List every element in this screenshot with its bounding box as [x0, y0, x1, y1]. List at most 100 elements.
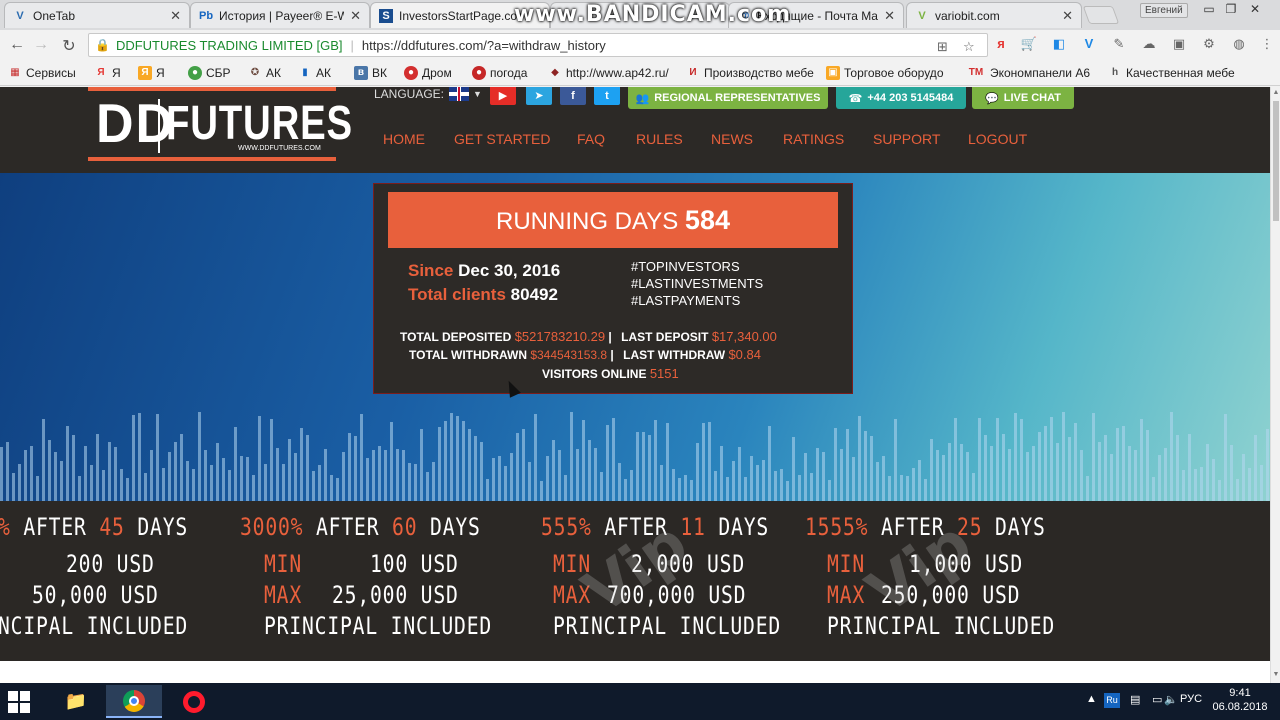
running-days-banner: RUNNING DAYS 584	[388, 192, 838, 248]
decorative-bar	[1038, 431, 1041, 501]
telegram-icon[interactable]: ➤	[526, 87, 552, 105]
yandex-extension-icon[interactable]: я	[992, 36, 1010, 54]
bookmark-equipment[interactable]: ▣ Торговое оборудо	[826, 66, 944, 80]
bandicam-watermark: www.BANDICAM.com	[514, 2, 792, 27]
decorative-bar	[546, 455, 549, 501]
new-tab-button[interactable]	[1082, 6, 1120, 24]
cart-extension-icon[interactable]: 🛒	[1020, 36, 1038, 54]
bookmark-vk[interactable]: в ВК	[354, 66, 387, 80]
twitter-icon[interactable]: t	[594, 87, 620, 105]
bookmark-ok[interactable]: ● СБР	[188, 66, 231, 80]
profile-chip[interactable]: Евгений	[1140, 3, 1188, 18]
globe-extension-icon[interactable]: ◍	[1230, 36, 1248, 54]
close-icon[interactable]: ✕	[350, 8, 361, 24]
box-extension-icon[interactable]: ▣	[1170, 36, 1188, 54]
bookmark-yandex[interactable]: ЯЯ	[94, 66, 120, 80]
decorative-bar	[1248, 468, 1251, 501]
tray-overflow-icon[interactable]: ▲	[1086, 693, 1097, 705]
decorative-bar	[30, 445, 33, 501]
nav-support[interactable]: SUPPORT	[873, 131, 940, 147]
volume-icon[interactable]: 🔈	[1164, 693, 1178, 706]
puzzle-extension-icon[interactable]: ◧	[1050, 36, 1068, 54]
bookmark-yandex-2[interactable]: ЯЯ	[138, 66, 165, 80]
close-icon[interactable]: ✕	[170, 8, 181, 24]
back-arrow-icon[interactable]: ←	[6, 36, 28, 54]
website-viewport: DD FUTURES WWW.DDFUTURES.COM LANGUAGE: ▼…	[0, 87, 1270, 683]
decorative-bar	[702, 422, 705, 501]
decorative-bar	[390, 422, 393, 501]
bookmark-weather[interactable]: ● погода	[472, 66, 527, 80]
system-clock[interactable]: 9:41 06.08.2018	[1210, 686, 1270, 714]
bookmark-quality[interactable]: h Качественная мебе	[1108, 66, 1235, 80]
chrome-icon[interactable]	[106, 685, 162, 718]
reload-icon[interactable]: ↻	[58, 36, 80, 56]
nav-home[interactable]: HOME	[383, 131, 425, 147]
decorative-bar	[318, 465, 321, 501]
nav-faq[interactable]: FAQ	[577, 131, 605, 147]
regional-representatives-button[interactable]: 👥 REGIONAL REPRESENTATIVES	[628, 87, 828, 109]
cloud-extension-icon[interactable]: ☁	[1140, 36, 1158, 54]
link-last-payments[interactable]: #LASTPAYMENTS	[631, 292, 763, 309]
bookmark-ak[interactable]: ✪ АК	[248, 66, 281, 80]
link-last-investments[interactable]: #LASTINVESTMENTS	[631, 275, 763, 292]
decorative-bar	[288, 438, 291, 501]
maximize-icon[interactable]: ❐	[1220, 2, 1242, 16]
decorative-bar	[552, 440, 555, 501]
v-extension-icon[interactable]: V	[1080, 36, 1098, 54]
bookmark-ap42[interactable]: ◆ http://www.ap42.ru/	[548, 66, 669, 80]
page-scrollbar[interactable]: ▲ ▼	[1270, 87, 1280, 683]
tools-extension-icon[interactable]: ✎	[1110, 36, 1128, 54]
keyboard-layout[interactable]: РУС	[1180, 693, 1202, 705]
facebook-icon[interactable]: f	[560, 87, 586, 105]
decorative-bar	[42, 419, 45, 501]
bookmark-drom[interactable]: ● Дром	[404, 66, 452, 80]
live-chat-button[interactable]: 💬 LIVE CHAT	[972, 87, 1074, 109]
menu-dots-icon[interactable]: ⋮	[1258, 36, 1276, 54]
language-selector[interactable]: LANGUAGE: ▼	[374, 87, 482, 101]
bookmark-furniture[interactable]: И Производство мебе	[686, 66, 813, 80]
decorative-bar	[12, 472, 15, 501]
scroll-down-icon[interactable]: ▼	[1271, 671, 1280, 678]
nav-logout[interactable]: LOGOUT	[968, 131, 1027, 147]
nav-rules[interactable]: RULES	[636, 131, 683, 147]
nav-news[interactable]: NEWS	[711, 131, 753, 147]
network-icon[interactable]: ▤	[1130, 693, 1140, 706]
bookmark-ak-2[interactable]: ▮ АК	[298, 66, 331, 80]
close-icon[interactable]: ✕	[884, 8, 895, 24]
logo-top-bar	[88, 87, 336, 91]
tab-variobit[interactable]: V variobit.com ✕	[906, 2, 1082, 28]
address-bar[interactable]: 🔒 DDFUTURES TRADING LIMITED [GB] | https…	[88, 33, 988, 57]
minimize-icon[interactable]: ▭	[1198, 2, 1220, 16]
window-close-icon[interactable]: ✕	[1244, 2, 1266, 16]
translate-icon[interactable]: ⊞	[937, 39, 948, 55]
language-badge[interactable]: Ru	[1104, 693, 1120, 708]
close-icon[interactable]: ✕	[1062, 8, 1073, 24]
scroll-up-icon[interactable]: ▲	[1271, 89, 1280, 96]
tab-payeer[interactable]: Pb История | Payeer® E-W ✕	[190, 2, 370, 28]
display-icon[interactable]: ▭	[1152, 693, 1162, 706]
url-text[interactable]: https://ddfutures.com/?a=withdraw_histor…	[362, 38, 606, 53]
decorative-bar	[486, 479, 489, 501]
decorative-bar	[126, 477, 129, 501]
windows-start-icon[interactable]	[8, 691, 32, 713]
scrollbar-thumb[interactable]	[1273, 101, 1279, 221]
star-icon[interactable]: ☆	[963, 39, 975, 55]
ddfutures-logo[interactable]: DD FUTURES WWW.DDFUTURES.COM	[88, 87, 352, 161]
phone-button[interactable]: ☎ +44 203 5145484	[836, 87, 966, 109]
nav-ratings[interactable]: RATINGS	[783, 131, 844, 147]
forward-arrow-icon[interactable]: →	[30, 36, 52, 54]
youtube-icon[interactable]: ▶	[490, 87, 516, 105]
decorative-bar	[534, 414, 537, 501]
tab-onetab[interactable]: V OneTab ✕	[4, 2, 190, 28]
opera-icon[interactable]	[166, 685, 222, 718]
decorative-bar	[810, 473, 813, 501]
decorative-bar	[636, 431, 639, 501]
link-top-investors[interactable]: #TOPINVESTORS	[631, 258, 763, 275]
decorative-bar	[1080, 450, 1083, 501]
decorative-bar	[558, 450, 561, 501]
bookmark-panels[interactable]: ТМ Экономпанели А6	[966, 66, 1090, 80]
gear-extension-icon[interactable]: ⚙	[1200, 36, 1218, 54]
file-explorer-icon[interactable]: 📁	[48, 685, 104, 718]
nav-get-started[interactable]: GET STARTED	[454, 131, 550, 147]
bookmark-services[interactable]: ▦ Сервисы	[8, 66, 75, 80]
